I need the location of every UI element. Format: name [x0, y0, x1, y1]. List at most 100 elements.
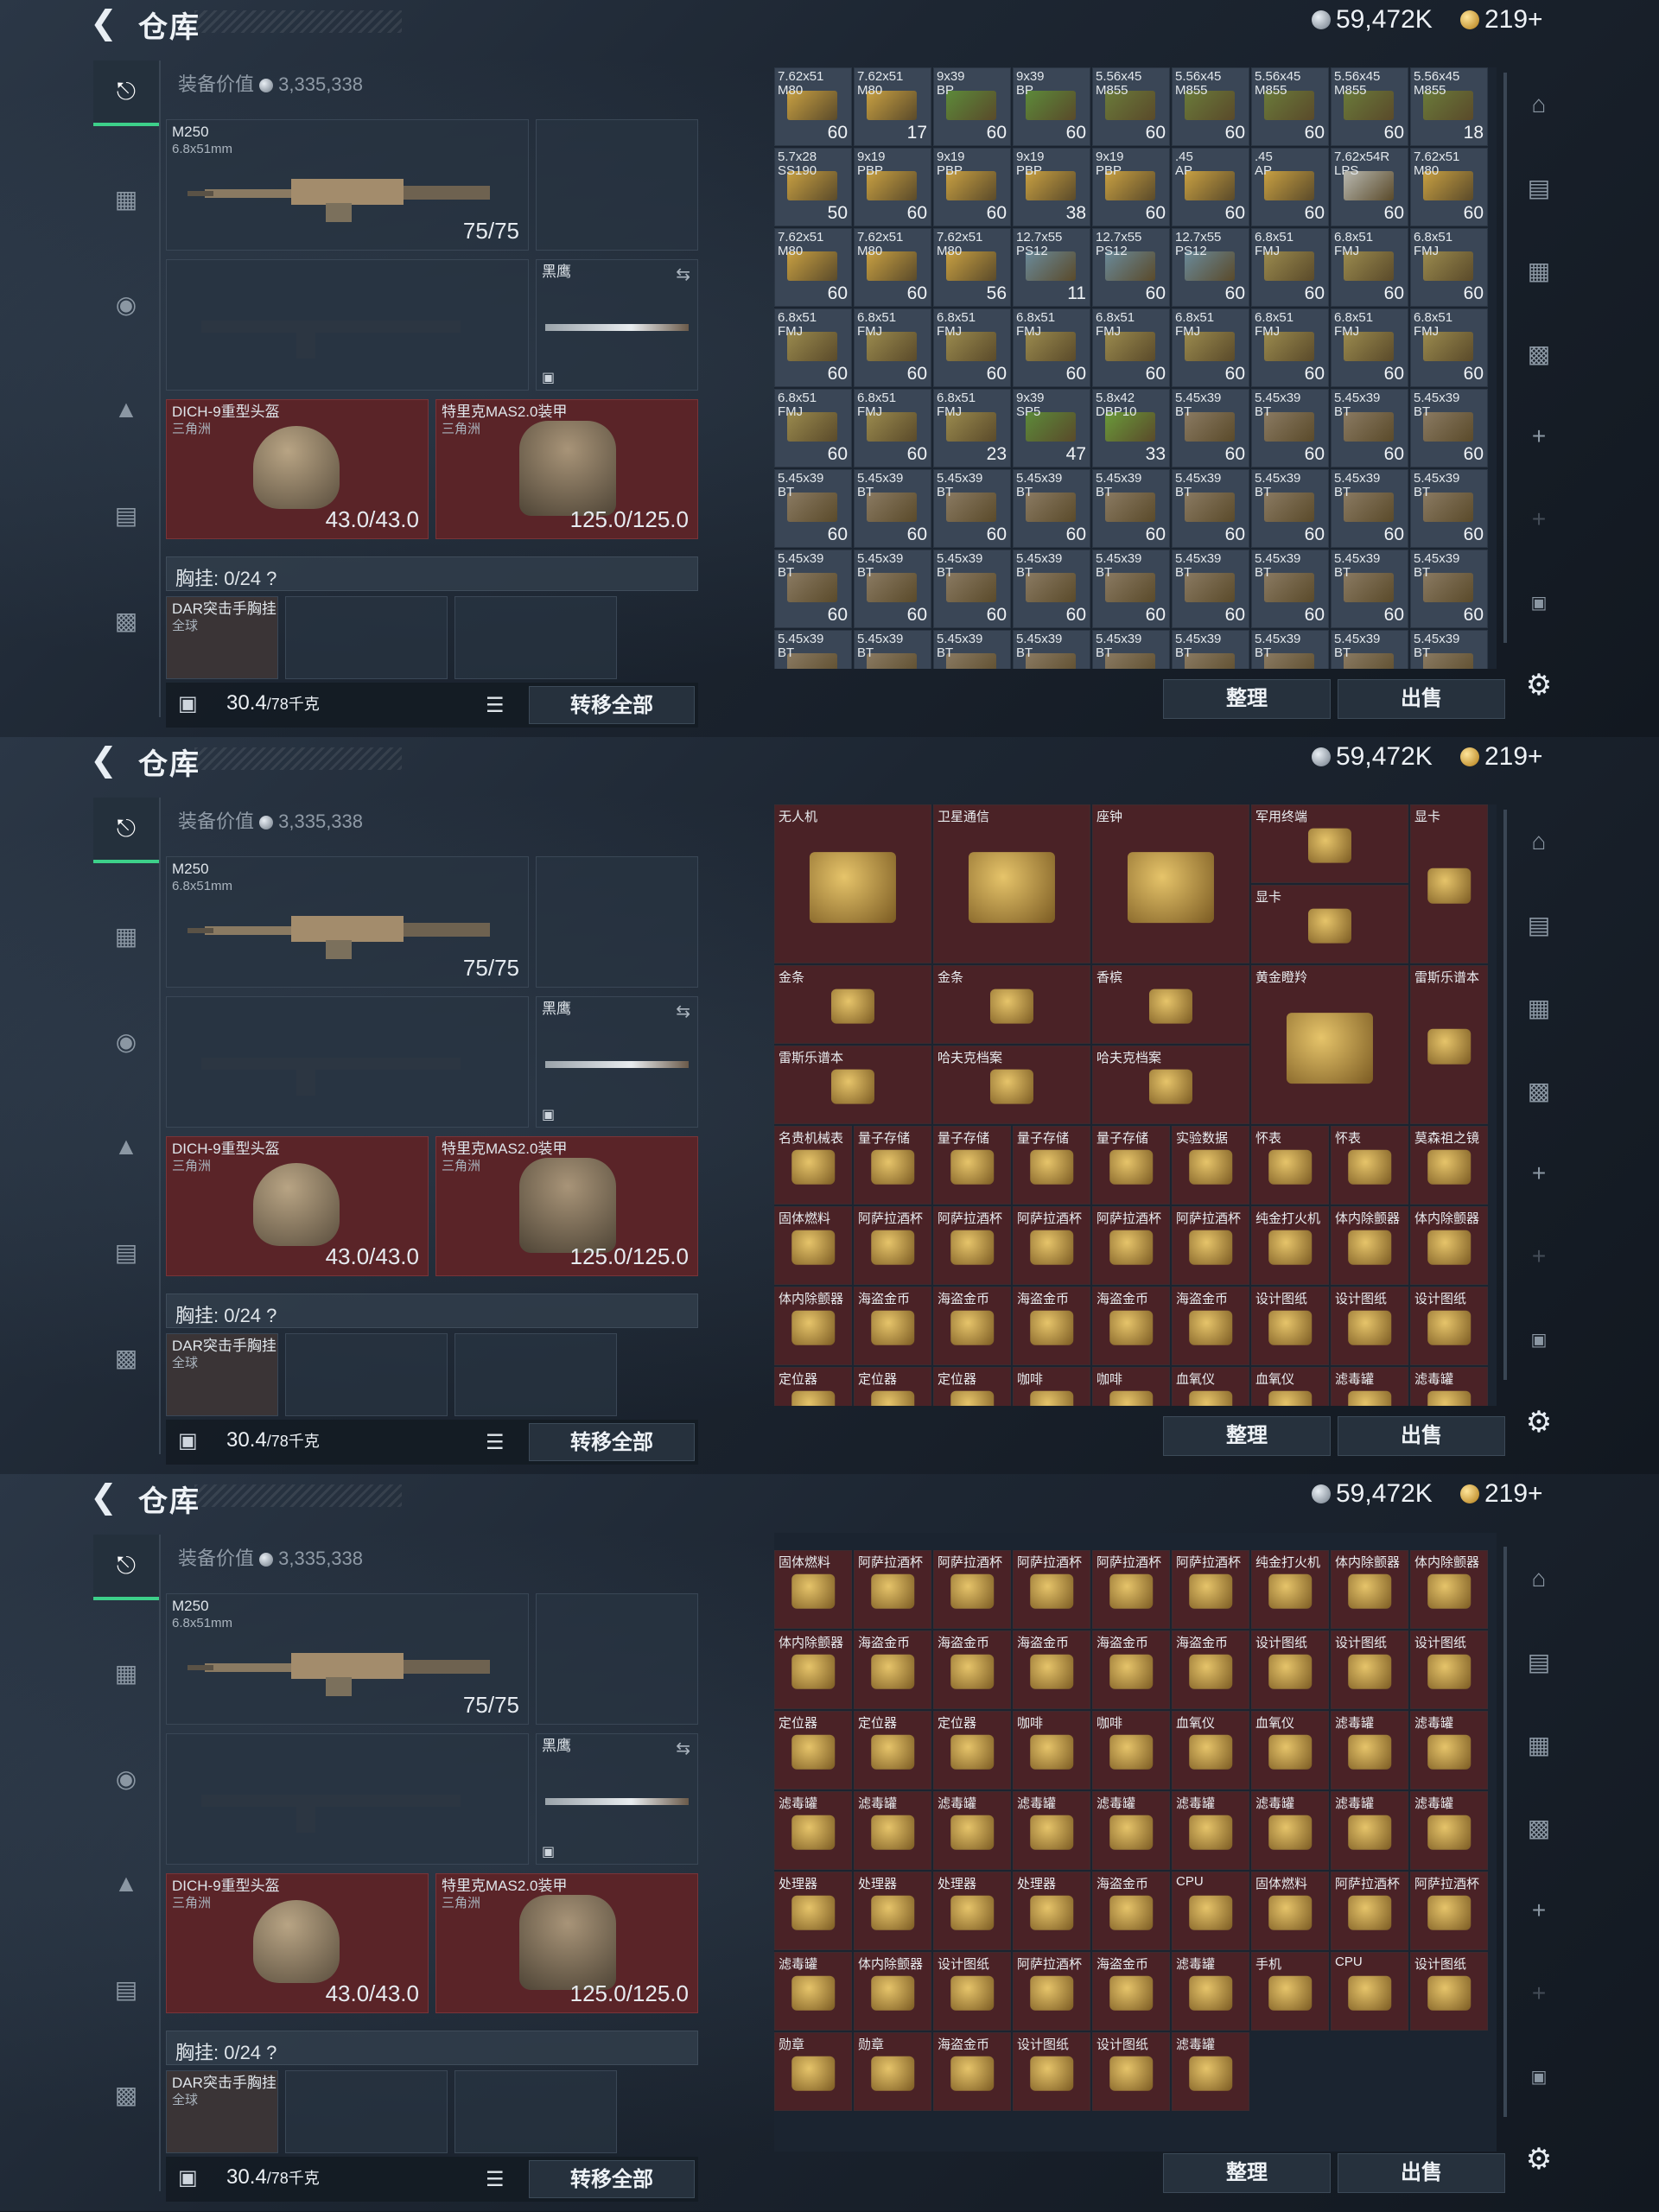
loot-item[interactable]: 滤毒罐 — [1092, 1791, 1170, 1870]
armor-slot[interactable]: 特里克MAS2.0装甲 三角洲 125.0/125.0 — [435, 1873, 698, 2013]
ammo-item[interactable]: 6.8x51 FMJ 60 — [1410, 308, 1488, 387]
sort-button[interactable]: 整理 — [1163, 2153, 1331, 2193]
loot-item[interactable]: 金条 — [933, 965, 1090, 1044]
ammo-item[interactable]: 9x39 SP5 47 — [1013, 389, 1090, 467]
ammo-item[interactable]: 5.45x39 BT — [933, 630, 1011, 669]
loot-item[interactable]: 设计图纸 — [933, 1952, 1011, 2031]
loot-item[interactable]: CPU — [1331, 1952, 1408, 2031]
ammo-item[interactable]: 9x19 PBP 60 — [933, 148, 1011, 226]
loot-item[interactable]: 阿萨拉酒杯 — [1172, 1206, 1249, 1285]
loot-item[interactable]: 滤毒罐 — [1331, 1367, 1408, 1406]
ammo-item[interactable]: 12.7x55 PS12 11 — [1013, 228, 1090, 307]
armor-tab-icon[interactable]: ▦ — [93, 166, 159, 232]
ammo-item[interactable]: 6.8x51 FMJ 60 — [1013, 308, 1090, 387]
loot-item[interactable]: 定位器 — [854, 1367, 931, 1406]
ammo-item[interactable]: 7.62x51 M80 60 — [774, 228, 852, 307]
ammo-item[interactable]: .45 AP 60 — [1251, 148, 1329, 226]
melee-slot[interactable]: 黑鹰 ⇆ ▣ — [536, 1733, 698, 1865]
helmet-slot[interactable]: DICH-9重型头盔 三角洲 43.0/43.0 — [166, 1136, 429, 1276]
ammo-item[interactable]: 5.45x39 BT 60 — [854, 550, 931, 628]
storage-tab-2-icon[interactable]: ▦ — [1510, 238, 1567, 302]
ammo-item[interactable]: 5.45x39 BT 60 — [933, 469, 1011, 548]
loot-item[interactable]: 海盗金币 — [933, 1630, 1011, 1709]
loot-item[interactable]: 固体燃料 — [774, 1206, 852, 1285]
loot-item[interactable]: 海盗金币 — [933, 2032, 1011, 2111]
loot-item[interactable]: 勋章 — [854, 2032, 931, 2111]
swap-icon[interactable]: ⇆ — [676, 1738, 690, 1759]
loot-item[interactable]: 阿萨拉酒杯 — [854, 1206, 931, 1285]
ammo-item[interactable]: 5.45x39 BT — [1092, 630, 1170, 669]
ammo-item[interactable]: 5.45x39 BT 60 — [1251, 389, 1329, 467]
loot-item[interactable]: 滤毒罐 — [1172, 1791, 1249, 1870]
storage-tab-2-icon[interactable]: ▦ — [1510, 976, 1567, 1039]
storage-tab-1-icon[interactable]: ▤ — [1510, 893, 1567, 957]
ammo-item[interactable]: 12.7x55 PS12 60 — [1172, 228, 1249, 307]
loot-item[interactable]: 海盗金币 — [1013, 1630, 1090, 1709]
loot-item[interactable]: 设计图纸 — [1251, 1287, 1329, 1365]
ammo-item[interactable]: 7.62x51 M80 17 — [854, 67, 931, 146]
loot-item[interactable]: 海盗金币 — [854, 1287, 931, 1365]
loot-item[interactable]: 体内除颤器 — [1410, 1550, 1488, 1629]
loot-item[interactable]: 滤毒罐 — [1251, 1791, 1329, 1870]
bag-tab-icon[interactable]: ▲ — [93, 1851, 159, 1916]
ammo-item[interactable]: 5.45x39 BT — [774, 630, 852, 669]
swap-icon[interactable]: ⇆ — [676, 1001, 690, 1022]
primary-weapon-slot[interactable]: M250 6.8x51mm 75/75 — [166, 856, 529, 988]
secondary-weapon-slot[interactable] — [166, 259, 529, 391]
ammo-item[interactable]: 7.62x51 M80 60 — [854, 228, 931, 307]
ammo-item[interactable]: 5.45x39 BT 60 — [1172, 550, 1249, 628]
lock-icon[interactable]: ▣ — [178, 691, 198, 716]
loot-item[interactable]: 金条 — [774, 965, 931, 1044]
loot-item[interactable]: 卫星通信 — [933, 804, 1090, 963]
add-storage-icon[interactable]: + — [1510, 1878, 1567, 1942]
ammo-item[interactable]: 5.45x39 BT 60 — [774, 550, 852, 628]
loot-item[interactable]: 咖啡 — [1092, 1711, 1170, 1789]
helmet-slot[interactable]: DICH-9重型头盔 三角洲 43.0/43.0 — [166, 399, 429, 539]
helmet-tab-icon[interactable]: ◉ — [93, 1008, 159, 1074]
armor-tab-icon[interactable]: ▦ — [93, 903, 159, 969]
ammo-item[interactable]: 5.56x45 M855 60 — [1172, 67, 1249, 146]
ammo-item[interactable]: 5.45x39 BT 60 — [1013, 550, 1090, 628]
loot-item[interactable]: 体内除颤器 — [774, 1287, 852, 1365]
storage-home-icon[interactable]: ⌂ — [1510, 810, 1567, 874]
loot-item[interactable]: 量子存储 — [854, 1126, 931, 1205]
ammo-item[interactable]: .45 AP 60 — [1172, 148, 1249, 226]
settings-gear-icon[interactable]: ⚙ — [1510, 1390, 1567, 1454]
loot-item[interactable]: 滤毒罐 — [774, 1791, 852, 1870]
loot-item[interactable]: 阿萨拉酒杯 — [1331, 1872, 1408, 1950]
loot-item[interactable]: 海盗金币 — [1013, 1287, 1090, 1365]
loot-item[interactable]: 阿萨拉酒杯 — [933, 1206, 1011, 1285]
loot-item[interactable]: 手机 — [1251, 1952, 1329, 2031]
rig-slot-empty[interactable] — [454, 596, 617, 679]
loot-item[interactable]: 设计图纸 — [1013, 2032, 1090, 2111]
loot-item[interactable]: 定位器 — [774, 1711, 852, 1789]
loot-item[interactable]: 纯金打火机 — [1251, 1206, 1329, 1285]
ammo-item[interactable]: 5.56x45 M855 18 — [1410, 67, 1488, 146]
ammo-item[interactable]: 5.45x39 BT 60 — [1172, 389, 1249, 467]
pistol-slot[interactable] — [536, 856, 698, 988]
loot-item[interactable]: 阿萨拉酒杯 — [1410, 1872, 1488, 1950]
helmet-slot[interactable]: DICH-9重型头盔 三角洲 43.0/43.0 — [166, 1873, 429, 2013]
chest-rig-help[interactable]: ? — [266, 2042, 276, 2063]
ammo-item[interactable]: 5.56x45 M855 60 — [1251, 67, 1329, 146]
loot-item[interactable]: 滤毒罐 — [774, 1952, 852, 2031]
ammo-item[interactable]: 6.8x51 FMJ 60 — [774, 389, 852, 467]
ammo-item[interactable]: 5.45x39 BT — [854, 630, 931, 669]
loot-item[interactable]: 香槟 — [1092, 965, 1249, 1044]
loot-item[interactable]: 海盗金币 — [1092, 1872, 1170, 1950]
rig-slot-empty[interactable] — [454, 2070, 617, 2153]
loot-item[interactable]: 设计图纸 — [1410, 1630, 1488, 1709]
loot-item[interactable]: 海盗金币 — [1092, 1287, 1170, 1365]
ammo-item[interactable]: 6.8x51 FMJ 60 — [854, 308, 931, 387]
ammo-item[interactable]: 5.45x39 BT — [1251, 630, 1329, 669]
transfer-all-button[interactable]: 转移全部 — [529, 1423, 695, 1461]
loot-item[interactable]: 定位器 — [933, 1711, 1011, 1789]
loot-item[interactable]: 设计图纸 — [1331, 1630, 1408, 1709]
ammo-item[interactable]: 7.62x51 M80 56 — [933, 228, 1011, 307]
storage-grid[interactable]: 固体燃料 阿萨拉酒杯 阿萨拉酒杯 阿萨拉酒杯 阿萨拉酒杯 阿萨拉酒杯 纯金打火机 体内除颤器体… — [774, 1533, 1497, 2152]
loot-item[interactable]: 阿萨拉酒杯 — [1013, 1206, 1090, 1285]
ammo-item[interactable]: 5.45x39 BT 60 — [774, 469, 852, 548]
ammo-item[interactable]: 5.56x45 M855 60 — [1331, 67, 1408, 146]
storage-tab-3-icon[interactable]: ▩ — [1510, 1058, 1567, 1122]
loot-item[interactable]: 阿萨拉酒杯 — [1013, 1952, 1090, 2031]
